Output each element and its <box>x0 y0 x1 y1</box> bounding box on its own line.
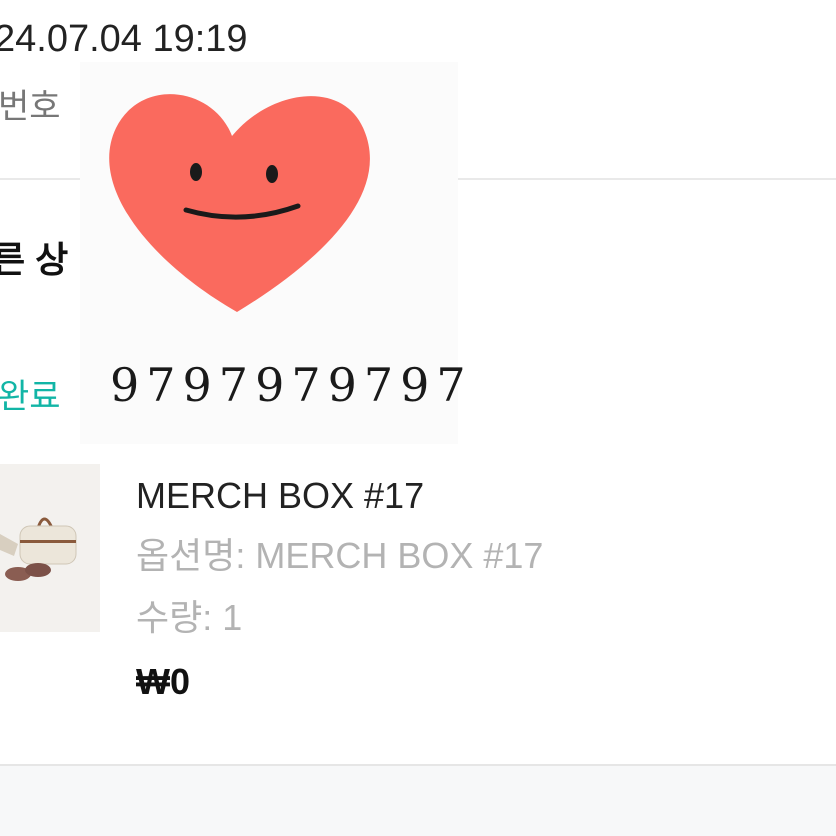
heart-sticker-overlay: 9797979797 <box>80 62 466 444</box>
handwritten-number: 9797979797 <box>110 358 473 412</box>
product-quantity: 수량: 1 <box>136 597 243 638</box>
smiling-heart-icon <box>109 94 370 313</box>
order-date: 24.07.04 19:19 <box>0 18 248 60</box>
bottom-section <box>0 766 836 836</box>
product-thumbnail[interactable] <box>0 464 100 632</box>
product-image <box>0 517 77 581</box>
product-price: ₩0 <box>136 661 190 702</box>
section-title: 른 상 <box>0 239 69 280</box>
product-option: 옵션명: MERCH BOX #17 <box>136 535 544 576</box>
order-status-text: 완료 <box>0 378 61 416</box>
product-name[interactable]: MERCH BOX #17 <box>136 478 424 514</box>
order-number-label: 번호 <box>0 88 61 126</box>
